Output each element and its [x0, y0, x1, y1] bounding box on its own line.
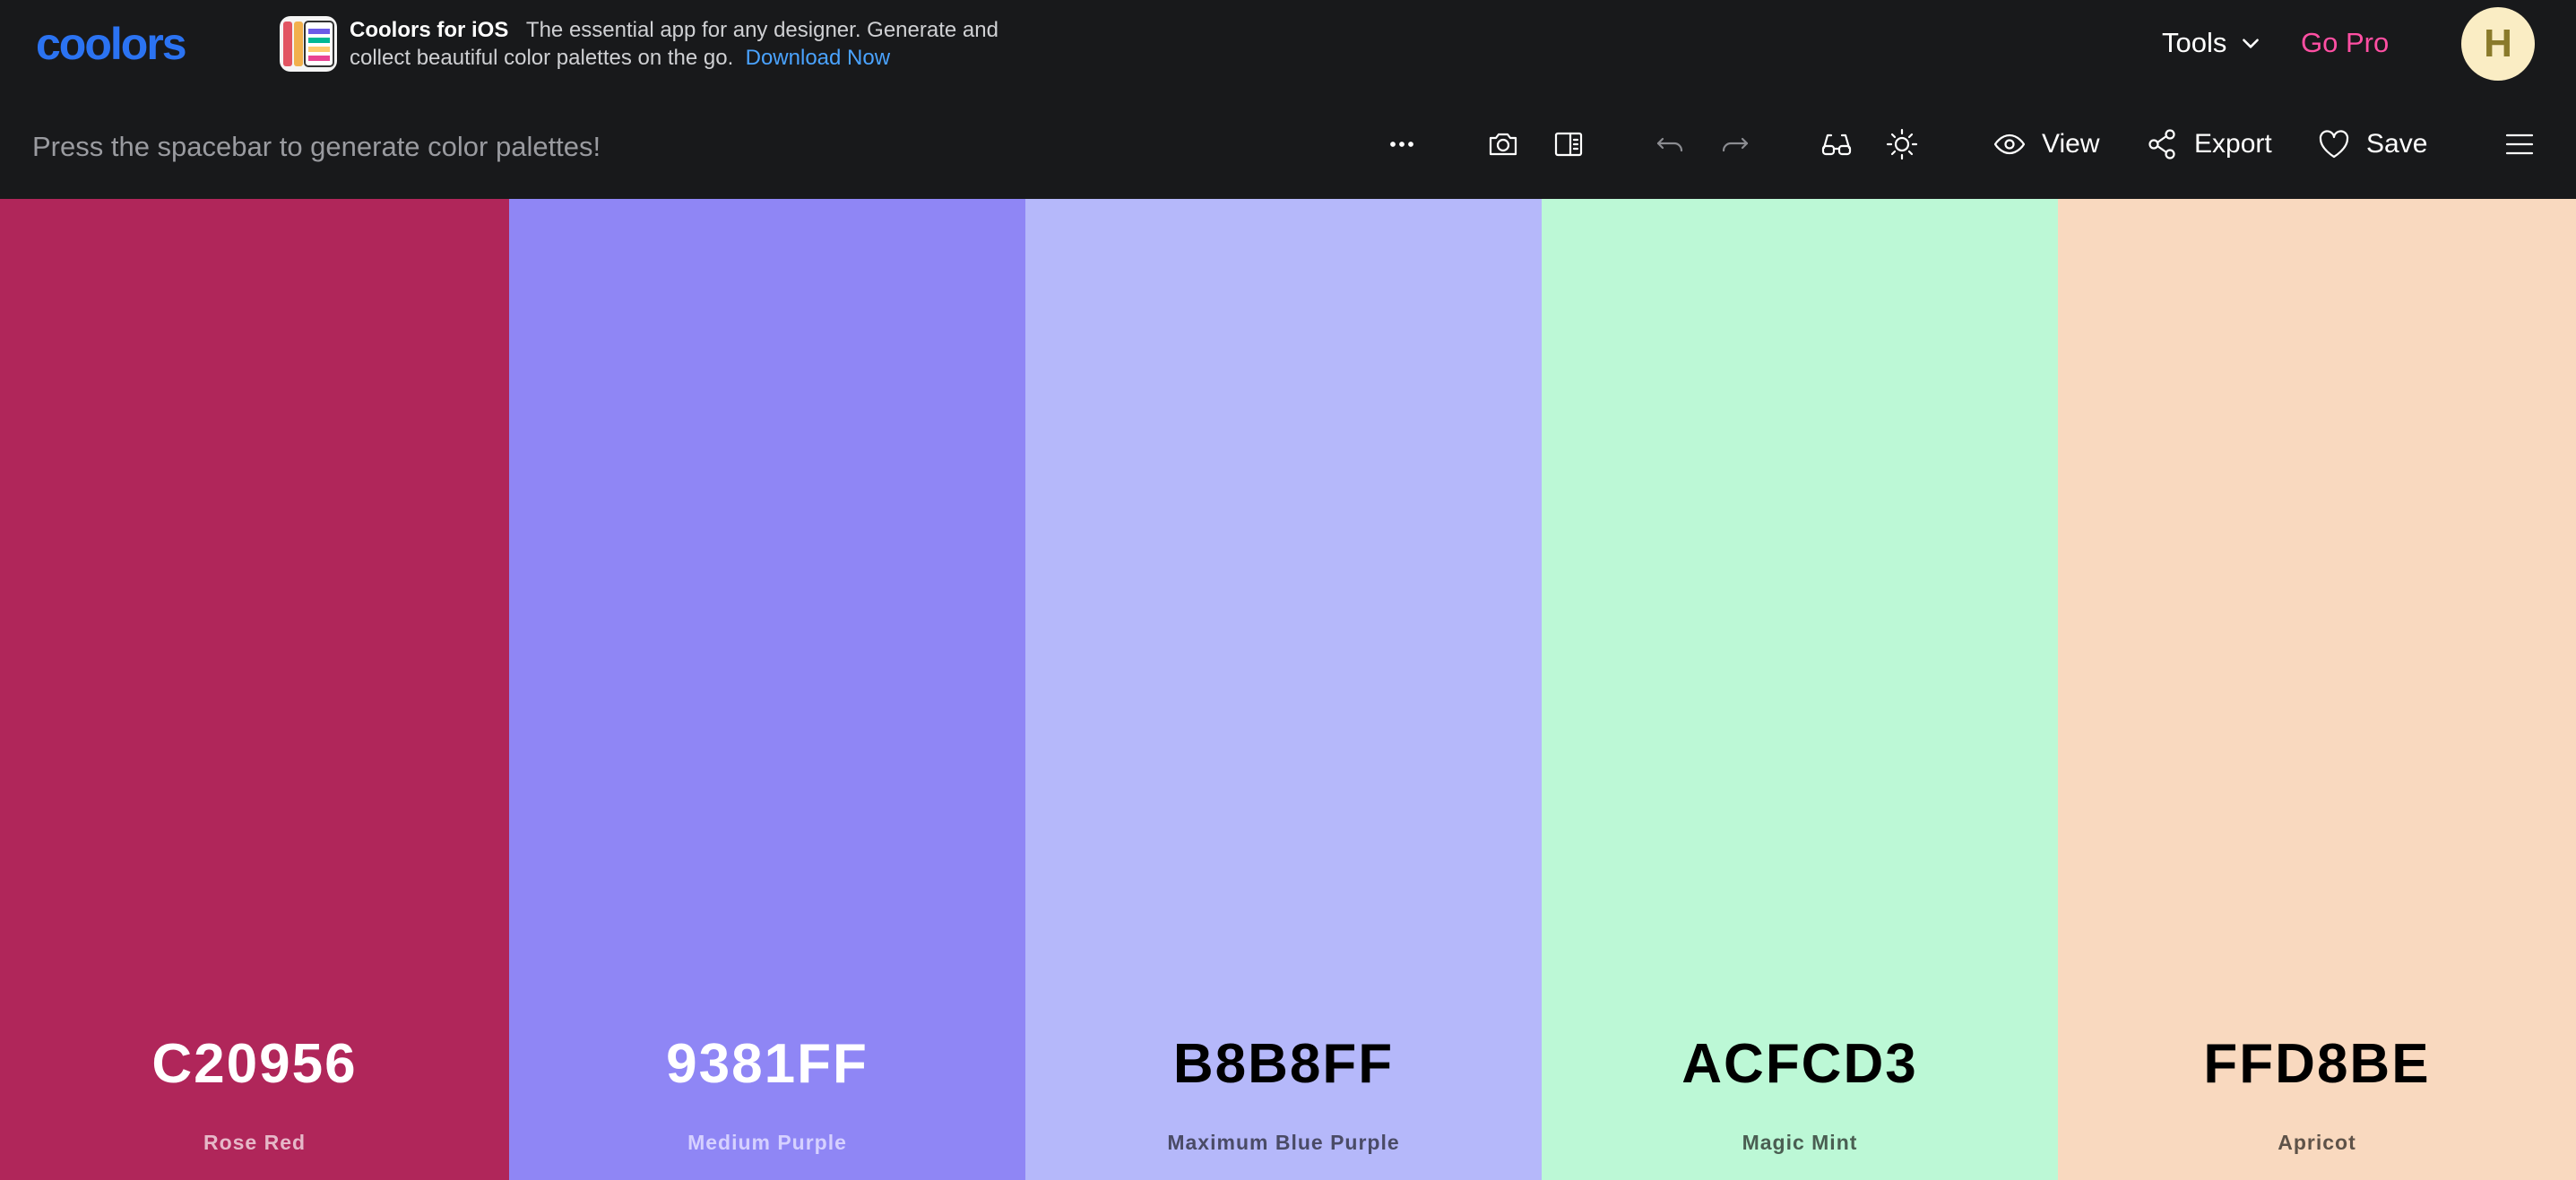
- tools-menu[interactable]: Tools: [2162, 27, 2262, 59]
- glasses-icon[interactable]: [1818, 125, 1855, 163]
- hamburger-menu-icon[interactable]: [2501, 125, 2538, 163]
- save-label: Save: [2366, 129, 2428, 159]
- view-button[interactable]: View: [1992, 122, 2099, 167]
- avatar[interactable]: H: [2461, 7, 2535, 81]
- spacebar-hint: Press the spacebar to generate color pal…: [32, 131, 601, 162]
- share-icon: [2148, 129, 2175, 159]
- swatch-color-name: Apricot: [2278, 1131, 2356, 1154]
- heart-icon: [2319, 130, 2349, 159]
- swatch-hex-code[interactable]: B8B8FF: [1025, 1032, 1542, 1096]
- download-now-link[interactable]: Download Now: [746, 46, 890, 70]
- tools-label: Tools: [2162, 27, 2227, 58]
- ios-app-icon[interactable]: [280, 16, 337, 72]
- export-button[interactable]: Export: [2144, 122, 2272, 167]
- go-pro-link[interactable]: Go Pro: [2301, 27, 2389, 59]
- sidebar-icon[interactable]: [1550, 125, 1587, 163]
- swatch-color-name: Rose Red: [203, 1131, 307, 1154]
- color-swatch[interactable]: ACFCD3 Magic Mint: [1542, 199, 2058, 1180]
- eye-icon: [1993, 134, 2026, 155]
- camera-icon[interactable]: [1484, 125, 1522, 163]
- color-swatch[interactable]: 9381FF Medium Purple: [509, 199, 1025, 1180]
- more-icon[interactable]: [1383, 125, 1421, 163]
- color-swatch[interactable]: FFD8BE Apricot: [2058, 199, 2576, 1180]
- toolbar: Press the spacebar to generate color pal…: [0, 88, 2576, 199]
- promo-title: Coolors for iOS: [350, 18, 509, 42]
- svg-text:coolors: coolors: [36, 19, 186, 69]
- promo-banner: Coolors for iOS The essential app for an…: [350, 16, 1013, 72]
- redo-icon[interactable]: [1716, 125, 1754, 163]
- sun-icon[interactable]: [1883, 125, 1921, 163]
- chevron-down-icon: [2243, 39, 2260, 48]
- swatch-hex-code[interactable]: C20956: [0, 1032, 509, 1096]
- swatch-color-name: Maximum Blue Purple: [1167, 1131, 1400, 1154]
- save-button[interactable]: Save: [2316, 122, 2427, 167]
- color-swatch[interactable]: B8B8FF Maximum Blue Purple: [1025, 199, 1542, 1180]
- color-swatch[interactable]: C20956 Rose Red: [0, 199, 509, 1180]
- swatch-hex-code[interactable]: FFD8BE: [2058, 1032, 2576, 1096]
- undo-icon[interactable]: [1651, 125, 1689, 163]
- swatch-color-name: Medium Purple: [687, 1131, 847, 1154]
- swatch-hex-code[interactable]: ACFCD3: [1542, 1032, 2058, 1096]
- view-label: View: [2042, 129, 2100, 159]
- swatch-color-name: Magic Mint: [1742, 1131, 1858, 1154]
- color-palette: C20956 Rose Red 9381FF Medium Purple B8B…: [0, 199, 2576, 1180]
- top-bar: coolors Coolors for iOS The essential ap…: [0, 0, 2576, 88]
- coolors-logo[interactable]: coolors: [36, 16, 242, 70]
- export-label: Export: [2194, 129, 2272, 159]
- swatch-hex-code[interactable]: 9381FF: [509, 1032, 1025, 1096]
